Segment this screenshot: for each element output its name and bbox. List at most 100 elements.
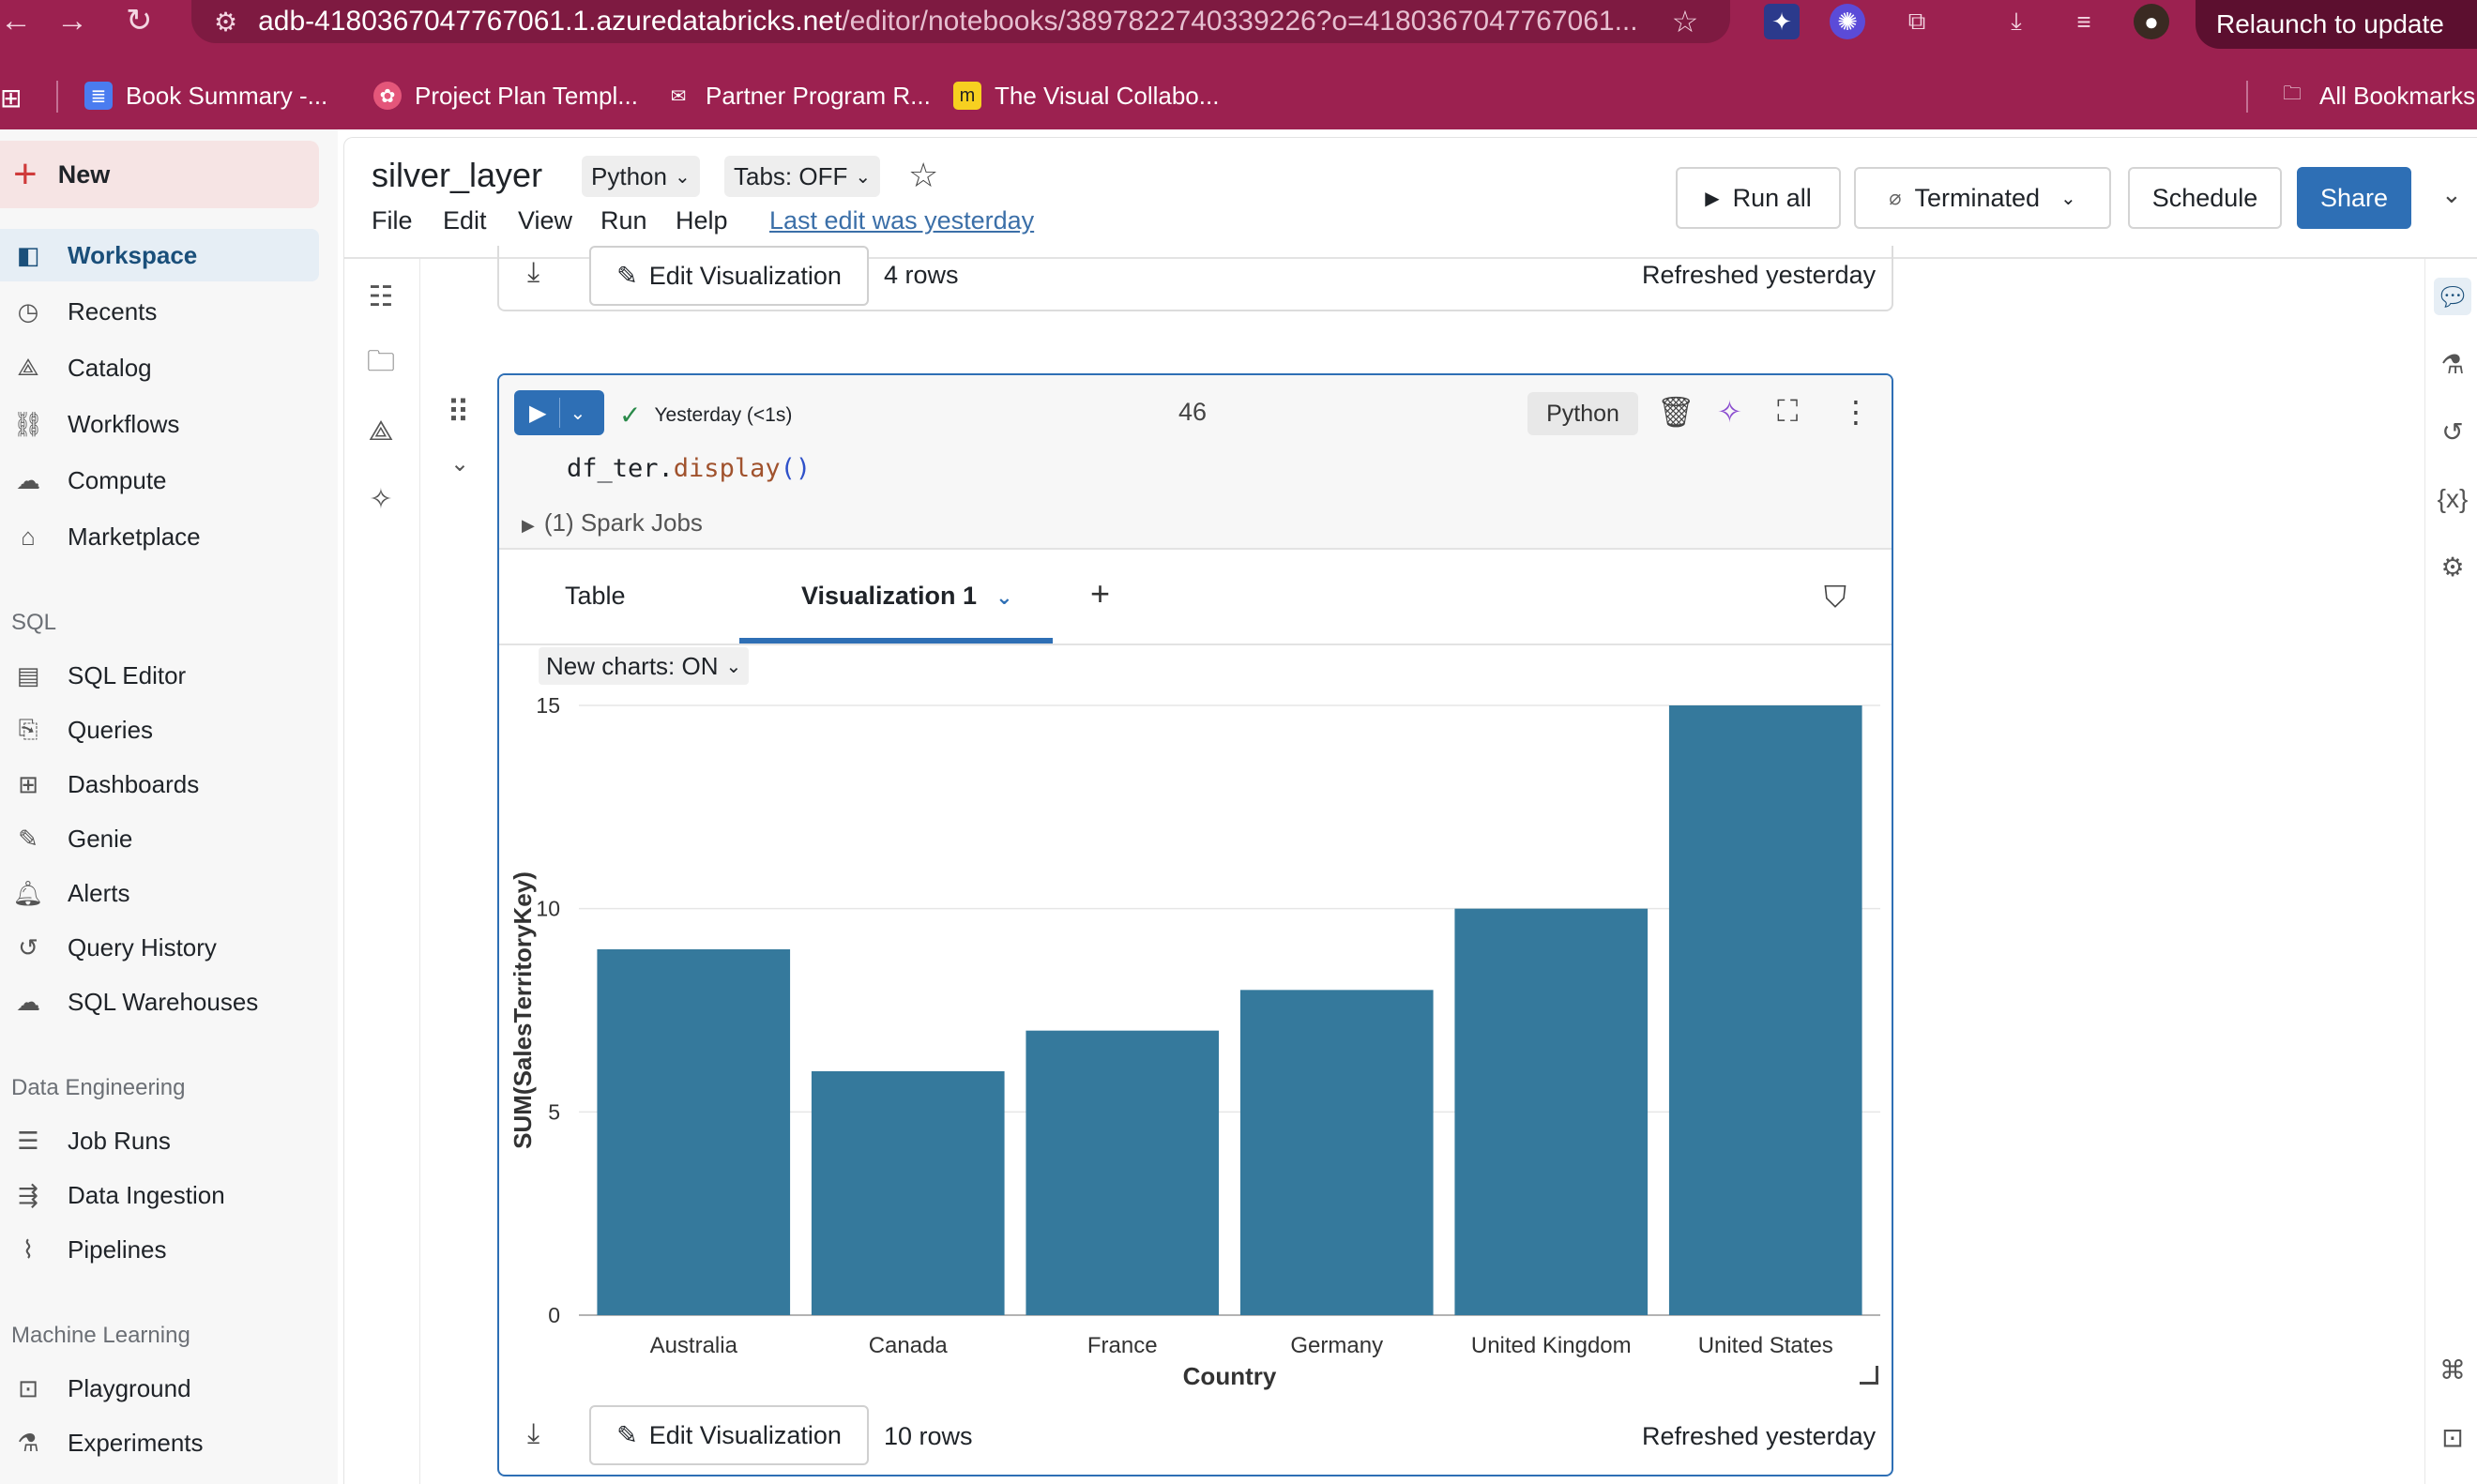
more-options-icon[interactable]: ⋮ xyxy=(1841,394,1871,430)
sidebar-item-experiments[interactable]: ⚗ Experiments xyxy=(0,1416,319,1469)
extensions-puzzle-icon[interactable]: ⧉ xyxy=(1899,4,1935,39)
assistant-sparkle-icon[interactable]: ✧ xyxy=(1717,394,1742,430)
settings-sliders-icon[interactable]: ⚙ xyxy=(2434,548,2471,585)
edit-visualization-button[interactable]: ✎ Edit Visualization xyxy=(589,246,869,306)
relaunch-button[interactable]: Relaunch to update xyxy=(2196,0,2477,49)
bookmark-star-icon[interactable]: ☆ xyxy=(1672,4,1699,39)
bookmark-label: Partner Program R... xyxy=(706,81,931,110)
x-tick-label: United Kingdom xyxy=(1471,1333,1632,1358)
terminal-icon[interactable]: ⊡ xyxy=(2434,1418,2471,1456)
sidebar-item-dashboards[interactable]: ⊞ Dashboards xyxy=(0,758,319,810)
trash-icon[interactable]: 🗑︎ xyxy=(1657,394,1695,430)
spark-jobs-toggle[interactable]: ▶ (1) Spark Jobs xyxy=(522,508,703,538)
sidebar-item-label: Alerts xyxy=(68,878,130,907)
bookmark-1[interactable]: ≣ Book Summary -... xyxy=(84,75,327,116)
language-label: Python xyxy=(591,161,667,190)
run-all-button[interactable]: ▶ Run all xyxy=(1676,167,1841,229)
variables-icon[interactable]: {x} xyxy=(2434,480,2471,518)
chevron-down-icon: ⌄ xyxy=(725,656,742,677)
catalog-icon[interactable]: ⟁ xyxy=(362,413,400,450)
query-icon: ⎘ xyxy=(18,715,38,743)
revision-history-icon[interactable]: ↺ xyxy=(2434,413,2471,450)
bookmark-label: Book Summary -... xyxy=(126,81,328,110)
sidebar-item-query-history[interactable]: ↺ Query History xyxy=(0,921,319,974)
address-bar[interactable]: ⚙ adb-4180367047767061.1.azuredatabricks… xyxy=(191,0,1730,43)
schedule-button[interactable]: Schedule xyxy=(2128,167,2282,229)
run-cell-button[interactable]: ▶ ⌄ xyxy=(514,390,604,435)
experiment-flask-icon[interactable]: ⚗ xyxy=(2434,345,2471,383)
collapse-chevron-icon[interactable]: ⌄ xyxy=(450,450,469,477)
apps-icon[interactable]: ⊞ xyxy=(0,83,22,114)
new-charts-toggle[interactable]: New charts: ON ⌄ xyxy=(539,647,750,685)
sidebar-item-genie[interactable]: ✎ Genie xyxy=(0,812,319,865)
sidebar-item-workspace[interactable]: ◧ Workspace xyxy=(0,229,319,281)
table-of-contents-icon[interactable]: ☷ xyxy=(362,278,400,315)
language-selector[interactable]: Python ⌄ xyxy=(582,156,700,197)
url-path: /editor/notebooks/3897822740339226?o=418… xyxy=(842,6,1638,37)
sidebar-item-job-runs[interactable]: ☰ Job Runs xyxy=(0,1114,319,1167)
url-host: adb-4180367047767061.1.azuredatabricks.n… xyxy=(258,6,843,37)
all-bookmarks[interactable]: 🗀 All Bookmarks xyxy=(2278,75,2475,116)
cell-language-chip[interactable]: Python xyxy=(1527,392,1638,435)
extension-2-icon[interactable]: ✺ xyxy=(1830,4,1865,39)
share-button[interactable]: Share xyxy=(2297,167,2411,229)
reload-icon[interactable]: ↻ xyxy=(126,2,153,39)
bookmark-4[interactable]: m The Visual Collabo... xyxy=(953,75,1219,116)
new-button[interactable]: + New xyxy=(0,141,319,208)
edit-visualization-button[interactable]: ✎ Edit Visualization xyxy=(589,1405,869,1465)
bookmark-3[interactable]: ✉ Partner Program R... xyxy=(664,75,931,116)
forward-icon[interactable]: → xyxy=(56,2,88,39)
cluster-selector[interactable]: ⌀ Terminated ⌄ xyxy=(1854,167,2111,229)
sidebar-item-sql-warehouses[interactable]: ☁ SQL Warehouses xyxy=(0,976,319,1028)
bookmark-2[interactable]: ✿ Project Plan Templ... xyxy=(373,75,638,116)
assistant-sparkle-icon[interactable]: ✧ xyxy=(362,480,400,518)
sidebar-item-pipelines[interactable]: ⌇ Pipelines xyxy=(0,1223,319,1276)
bar xyxy=(1668,705,1862,1315)
fullscreen-icon[interactable]: ⛶ xyxy=(1777,394,1798,430)
keyboard-shortcuts-icon[interactable]: ⌘ xyxy=(2434,1351,2471,1388)
last-edit-link[interactable]: Last edit was yesterday xyxy=(769,206,1034,235)
sql-editor-icon: ▤ xyxy=(16,660,40,689)
sidebar-item-workflows[interactable]: ⛓ Workflows xyxy=(0,398,319,450)
menu-help[interactable]: Help xyxy=(676,206,728,235)
sidebar-item-alerts[interactable]: 🔔︎ Alerts xyxy=(0,867,319,919)
sidebar-item-label: Dashboards xyxy=(68,769,200,798)
back-icon[interactable]: ← xyxy=(0,2,32,39)
sidebar-item-playground[interactable]: ⊡ Playground xyxy=(0,1362,319,1415)
sidebar-item-queries[interactable]: ⎘ Queries xyxy=(0,704,319,756)
sidebar-item-sql-editor[interactable]: ▤ SQL Editor xyxy=(0,649,319,702)
downloads-icon[interactable]: ⤓ xyxy=(1998,4,2034,39)
divider xyxy=(499,644,1892,645)
filter-icon[interactable]: ⛉ xyxy=(1824,580,1846,615)
download-icon[interactable]: ⤓ xyxy=(527,1418,539,1450)
menu-file[interactable]: File xyxy=(372,206,413,235)
sidebar-item-label: Data Ingestion xyxy=(68,1180,225,1209)
tab-table[interactable]: Table xyxy=(565,582,626,611)
sidebar-item-recents[interactable]: ◷ Recents xyxy=(0,285,319,338)
code-line[interactable]: df_ter.display() xyxy=(567,454,811,483)
media-icon[interactable]: ≡ xyxy=(2066,4,2102,39)
drag-handle-icon[interactable]: ⠿ xyxy=(447,394,470,432)
chevron-down-icon[interactable]: ⌄ xyxy=(2441,180,2462,209)
folder-icon[interactable]: 🗀 xyxy=(362,345,400,383)
favorite-star-icon[interactable]: ☆ xyxy=(908,156,938,195)
tab-visualization-1[interactable]: Visualization 1 ⌄ xyxy=(801,582,1013,611)
add-visualization-icon[interactable]: + xyxy=(1090,574,1110,613)
resize-handle-icon[interactable] xyxy=(1860,1366,1878,1385)
sidebar-item-catalog[interactable]: ⟁ Catalog xyxy=(0,341,319,394)
sidebar-item-data-ingestion[interactable]: ⇶ Data Ingestion xyxy=(0,1169,319,1221)
notebook-title[interactable]: silver_layer xyxy=(372,156,542,195)
site-info-icon[interactable]: ⚙ xyxy=(214,7,237,38)
extension-1-icon[interactable]: ✦ xyxy=(1764,4,1800,39)
download-icon[interactable]: ⤓ xyxy=(527,257,539,289)
tabs-toggle[interactable]: Tabs: OFF ⌄ xyxy=(724,156,881,197)
sidebar-item-compute[interactable]: ☁ Compute xyxy=(0,454,319,507)
menu-edit[interactable]: Edit xyxy=(443,206,487,235)
sidebar-item-label: Marketplace xyxy=(68,522,201,551)
comments-icon[interactable]: 💬︎ xyxy=(2434,278,2471,315)
sidebar-item-marketplace[interactable]: ⌂ Marketplace xyxy=(0,510,319,563)
menu-view[interactable]: View xyxy=(518,206,572,235)
menu-run[interactable]: Run xyxy=(600,206,647,235)
profile-avatar[interactable]: ● xyxy=(2134,4,2169,39)
y-tick-label: 0 xyxy=(548,1303,560,1327)
